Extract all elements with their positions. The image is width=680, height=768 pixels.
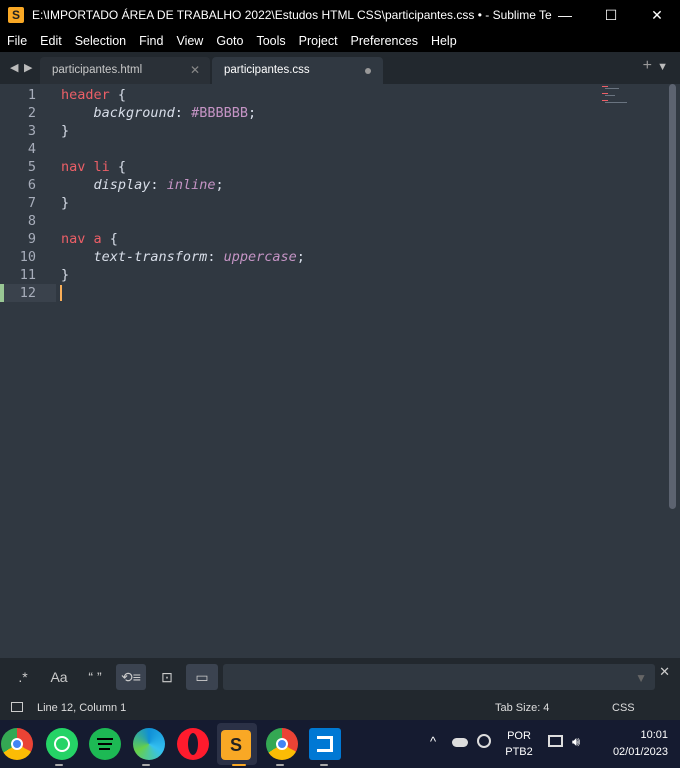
menu-tools[interactable]: Tools bbox=[249, 30, 291, 52]
tab-list-chevron-icon[interactable]: ▼ bbox=[657, 61, 668, 73]
line-number: 7 bbox=[27, 195, 36, 211]
menu-find[interactable]: Find bbox=[132, 30, 169, 52]
text-cursor bbox=[60, 285, 62, 301]
tab-size[interactable]: Tab Size: 4 bbox=[495, 696, 549, 720]
vscode-icon[interactable] bbox=[309, 728, 341, 760]
line-number: 11 bbox=[19, 267, 36, 283]
line-number: 2 bbox=[27, 105, 36, 121]
windows-taskbar: S ^ POR PTB2 🔊︎ 10:01 02/01/2023 bbox=[0, 720, 680, 768]
onedrive-cloud-icon[interactable] bbox=[452, 738, 468, 747]
whole-word-toggle[interactable]: “ ” bbox=[80, 664, 110, 690]
tray-chevron-icon[interactable]: ^ bbox=[430, 734, 436, 749]
close-icon[interactable]: ✕ bbox=[190, 57, 200, 84]
menu-bar: File Edit Selection Find View Goto Tools… bbox=[0, 30, 680, 52]
tab-label: participantes.css bbox=[224, 64, 310, 76]
code-line: 7 } bbox=[0, 194, 600, 212]
line-number: 1 bbox=[27, 87, 36, 103]
language-bottom[interactable]: PTB2 bbox=[505, 746, 533, 758]
opera-icon[interactable] bbox=[177, 728, 209, 760]
current-line: 12 bbox=[0, 284, 56, 302]
window-title: E:\IMPORTADO ÁREA DE TRABALHO 2022\Estud… bbox=[32, 8, 552, 22]
tab-label: participantes.html bbox=[52, 64, 143, 76]
volume-icon[interactable]: 🔊︎ bbox=[572, 734, 580, 750]
regex-toggle[interactable]: .* bbox=[10, 664, 36, 690]
tab-next-icon[interactable]: ▶ bbox=[24, 61, 32, 74]
tab-prev-icon[interactable]: ◀ bbox=[10, 61, 18, 74]
maximize-button[interactable]: ☐ bbox=[588, 0, 634, 30]
find-panel: .* Aa “ ” ⟲≡ ⊡ ▭ ▼ ✕ bbox=[0, 658, 680, 696]
close-button[interactable]: ✕ bbox=[634, 0, 680, 30]
line-number: 5 bbox=[27, 159, 36, 175]
line-number: 10 bbox=[19, 249, 36, 265]
clock-time[interactable]: 10:01 bbox=[604, 729, 668, 741]
menu-project[interactable]: Project bbox=[292, 30, 344, 52]
line-number: 6 bbox=[27, 177, 36, 193]
active-indicator bbox=[232, 764, 246, 766]
minimize-button[interactable]: — bbox=[542, 0, 588, 30]
menu-selection[interactable]: Selection bbox=[68, 30, 132, 52]
line-number: 4 bbox=[27, 141, 36, 157]
code-editor[interactable]: 1 header { 2 background: #BBBBBB; 3 } 4 … bbox=[0, 84, 680, 658]
code-line: 8 bbox=[0, 212, 600, 230]
code-line: 11 } bbox=[0, 266, 600, 284]
code-line: 9 nav a { bbox=[0, 230, 600, 248]
sublime-icon[interactable]: S bbox=[221, 730, 251, 760]
menu-file[interactable]: File bbox=[0, 30, 33, 52]
whatsapp-icon[interactable] bbox=[46, 728, 78, 760]
wrap-toggle[interactable]: ⟲≡ bbox=[116, 664, 146, 690]
find-close-icon[interactable]: ✕ bbox=[659, 664, 670, 680]
menu-goto[interactable]: Goto bbox=[209, 30, 249, 52]
status-bar: Line 12, Column 1 Tab Size: 4 CSS bbox=[0, 696, 680, 720]
syntax-mode[interactable]: CSS bbox=[612, 696, 635, 720]
clock-date[interactable]: 02/01/2023 bbox=[600, 746, 668, 758]
find-input[interactable]: ▼ bbox=[223, 664, 655, 690]
in-selection-toggle[interactable]: ⊡ bbox=[152, 664, 182, 690]
line-number: 3 bbox=[27, 123, 36, 139]
new-tab-plus-icon[interactable]: + bbox=[643, 57, 652, 75]
code-line: 1 header { bbox=[0, 86, 600, 104]
menu-help[interactable]: Help bbox=[424, 30, 463, 52]
network-icon[interactable] bbox=[548, 735, 563, 747]
spotify-icon[interactable] bbox=[89, 728, 121, 760]
code-line: 2 background: #BBBBBB; bbox=[0, 104, 600, 122]
tab-participantes-html[interactable]: participantes.html ✕ bbox=[40, 57, 210, 84]
line-number: 12 bbox=[19, 285, 36, 301]
tab-participantes-css[interactable]: participantes.css bbox=[212, 57, 383, 84]
edge-icon[interactable] bbox=[133, 728, 165, 760]
chrome-profile-icon[interactable] bbox=[266, 728, 298, 760]
line-number: 8 bbox=[27, 213, 36, 229]
sync-icon[interactable] bbox=[477, 734, 491, 748]
menu-view[interactable]: View bbox=[169, 30, 209, 52]
code-line: 10 text-transform: uppercase; bbox=[0, 248, 600, 266]
language-top[interactable]: POR bbox=[505, 730, 533, 742]
sublime-text-icon: S bbox=[8, 7, 24, 23]
tab-bar: ◀ ▶ participantes.html ✕ participantes.c… bbox=[0, 52, 680, 84]
find-history-chevron-icon[interactable]: ▼ bbox=[635, 671, 647, 685]
chrome-icon[interactable] bbox=[1, 728, 33, 760]
code-line: 4 bbox=[0, 140, 600, 158]
case-sensitive-toggle[interactable]: Aa bbox=[45, 664, 73, 690]
code-line: 6 display: inline; bbox=[0, 176, 600, 194]
code-line: 5 nav li { bbox=[0, 158, 600, 176]
title-bar: S E:\IMPORTADO ÁREA DE TRABALHO 2022\Est… bbox=[0, 0, 680, 30]
minimap[interactable] bbox=[602, 84, 638, 108]
sidebar-toggle-icon[interactable] bbox=[11, 702, 23, 712]
code-line: 3 } bbox=[0, 122, 600, 140]
menu-edit[interactable]: Edit bbox=[33, 30, 68, 52]
cursor-position[interactable]: Line 12, Column 1 bbox=[37, 696, 126, 720]
line-number: 9 bbox=[27, 231, 36, 247]
vertical-scrollbar[interactable] bbox=[669, 84, 676, 509]
highlight-matches-toggle[interactable]: ▭ bbox=[186, 664, 218, 690]
menu-preferences[interactable]: Preferences bbox=[344, 30, 424, 52]
unsaved-dot-icon[interactable] bbox=[365, 68, 371, 74]
